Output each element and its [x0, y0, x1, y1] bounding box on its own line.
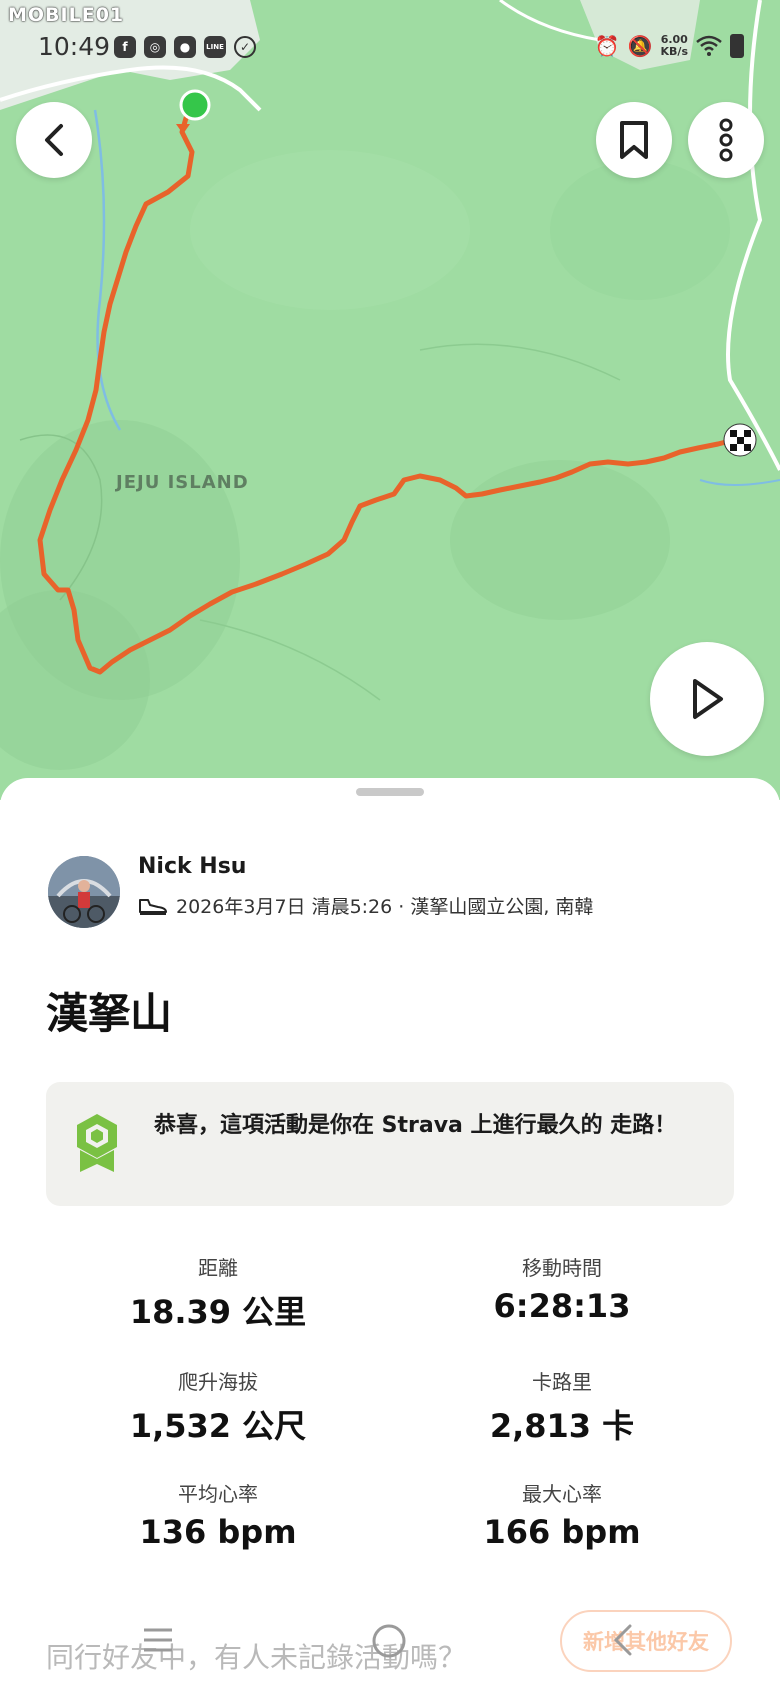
back-nav-icon[interactable] [608, 1622, 638, 1658]
check-icon: ✓ [234, 36, 256, 58]
stat-label: 爬升海拔 [178, 1370, 258, 1394]
stat-value: 6:28:13 [493, 1287, 631, 1325]
activity-title: 漢拏山 [46, 989, 173, 1038]
alarm-icon: ⏰ [594, 34, 620, 58]
instagram-icon: ◎ [144, 36, 166, 58]
stat-calories: 卡路里 2,813 卡 [392, 1366, 732, 1447]
back-button[interactable] [16, 102, 92, 178]
battery-icon [730, 34, 744, 58]
stat-value: 166 bpm [483, 1513, 641, 1551]
line-icon: LINE [204, 36, 226, 58]
wifi-icon [696, 35, 722, 56]
stat-moving-time: 移動時間 6:28:13 [392, 1252, 732, 1325]
speed-unit: KB/s [660, 45, 688, 58]
watermark-logo: MOBILE01 [8, 4, 125, 26]
stat-distance: 距離 18.39 公里 [48, 1252, 388, 1333]
shoe-icon [139, 898, 167, 915]
finish-marker [723, 423, 757, 457]
stat-label: 平均心率 [178, 1482, 258, 1506]
stat-value: 2,813 卡 [489, 1407, 635, 1445]
stat-elevation-gain: 爬升海拔 1,532 公尺 [48, 1366, 388, 1447]
stat-value: 136 bpm [139, 1513, 297, 1551]
status-app-icons: f ◎ ● LINE ✓ [114, 36, 256, 58]
stat-avg-heart-rate: 平均心率 136 bpm [48, 1478, 388, 1551]
status-right-icons: ⏰ 🔕 6.00 KB/s [595, 34, 744, 58]
facebook-icon: f [114, 36, 136, 58]
stat-label: 移動時間 [522, 1256, 602, 1280]
system-nav-bar [0, 1610, 780, 1693]
athlete-name[interactable]: Nick Hsu [138, 854, 246, 879]
athlete-avatar[interactable] [48, 856, 120, 928]
activity-meta: 2026年3月7日 清晨5:26 · 漢拏山國立公園, 南韓 [138, 892, 593, 919]
map-region-label: JEJU ISLAND [116, 472, 249, 493]
home-icon[interactable] [370, 1622, 408, 1660]
teams-icon: ● [174, 36, 196, 58]
award-badge-icon [77, 1114, 117, 1172]
start-arrow [176, 124, 190, 134]
avatar-photo [48, 856, 120, 928]
stat-label: 最大心率 [522, 1482, 602, 1506]
sheet-drag-handle[interactable] [356, 788, 424, 796]
activity-detail-sheet: Nick Hsu 2026年3月7日 清晨5:26 · 漢拏山國立公園, 南韓 … [0, 778, 780, 1693]
flyover-play-button[interactable] [650, 642, 764, 756]
bookmark-button[interactable] [596, 102, 672, 178]
stat-value: 18.39 公里 [129, 1293, 307, 1331]
stat-label: 距離 [198, 1256, 238, 1280]
achievement-card: 恭喜，這項活動是你在 Strava 上進行最久的 走路！ [46, 1082, 734, 1206]
stat-value: 1,532 公尺 [129, 1407, 307, 1445]
activity-date-location: 2026年3月7日 清晨5:26 · 漢拏山國立公園, 南韓 [176, 896, 594, 918]
status-time: 10:49 [38, 32, 111, 61]
stat-label: 卡路里 [532, 1370, 592, 1394]
play-icon [693, 679, 723, 719]
menu-icon[interactable] [140, 1622, 176, 1658]
mute-icon: 🔕 [627, 34, 653, 58]
more-options-button[interactable] [688, 102, 764, 178]
chevron-left-icon [45, 124, 63, 156]
more-vertical-icon [719, 118, 733, 162]
start-marker [179, 89, 211, 121]
bookmark-icon [620, 121, 648, 159]
network-speed: 6.00 KB/s [661, 34, 688, 58]
stat-max-heart-rate: 最大心率 166 bpm [392, 1478, 732, 1551]
achievement-text: 恭喜，這項活動是你在 Strava 上進行最久的 走路！ [154, 1113, 677, 1138]
